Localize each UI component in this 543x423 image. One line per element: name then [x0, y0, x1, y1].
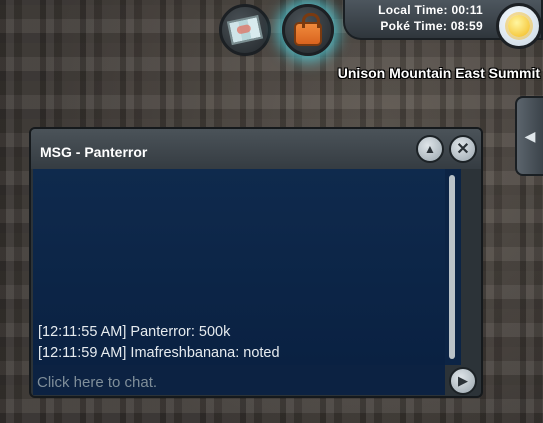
chat-scrollbar[interactable]: [445, 169, 461, 365]
chevron-left-icon: ◀: [524, 127, 536, 144]
chat-input[interactable]: [33, 365, 445, 395]
local-time: Local Time: 00:11: [378, 3, 483, 17]
chat-window: MSG - Panterror ▲ ✕ [12:11:55 AM] Panter…: [29, 127, 483, 398]
scroll-up-button[interactable]: ▲: [416, 135, 444, 163]
chat-message: [12:11:59 AM] Imafreshbanana: noted: [38, 345, 280, 361]
chat-messages: [12:11:55 AM] Panterror: 500k [12:11:59 …: [33, 169, 445, 365]
side-panel-tab[interactable]: ◀: [515, 96, 543, 176]
send-icon: ▶: [458, 373, 468, 388]
bag-button[interactable]: [282, 4, 334, 56]
chat-message-list: [12:11:55 AM] Panterror: 500k [12:11:59 …: [38, 322, 280, 364]
map-icon: [226, 14, 264, 46]
chat-title-bar[interactable]: MSG - Panterror ▲ ✕: [31, 129, 481, 169]
close-button[interactable]: ✕: [449, 135, 477, 163]
location-name: Unison Mountain East Summit: [337, 65, 540, 81]
map-button[interactable]: [219, 4, 271, 56]
send-button[interactable]: ▶: [449, 367, 477, 395]
poke-time: Poké Time: 08:59: [380, 19, 483, 33]
bag-icon: [294, 13, 322, 46]
scroll-thumb[interactable]: [449, 175, 455, 359]
chevron-up-icon: ▲: [424, 142, 436, 156]
chat-title: MSG - Panterror: [40, 144, 148, 160]
sun-icon: [508, 15, 530, 37]
chat-message: [12:11:55 AM] Panterror: 500k: [38, 324, 231, 340]
weather-button[interactable]: [496, 3, 542, 49]
close-icon: ✕: [456, 141, 470, 158]
